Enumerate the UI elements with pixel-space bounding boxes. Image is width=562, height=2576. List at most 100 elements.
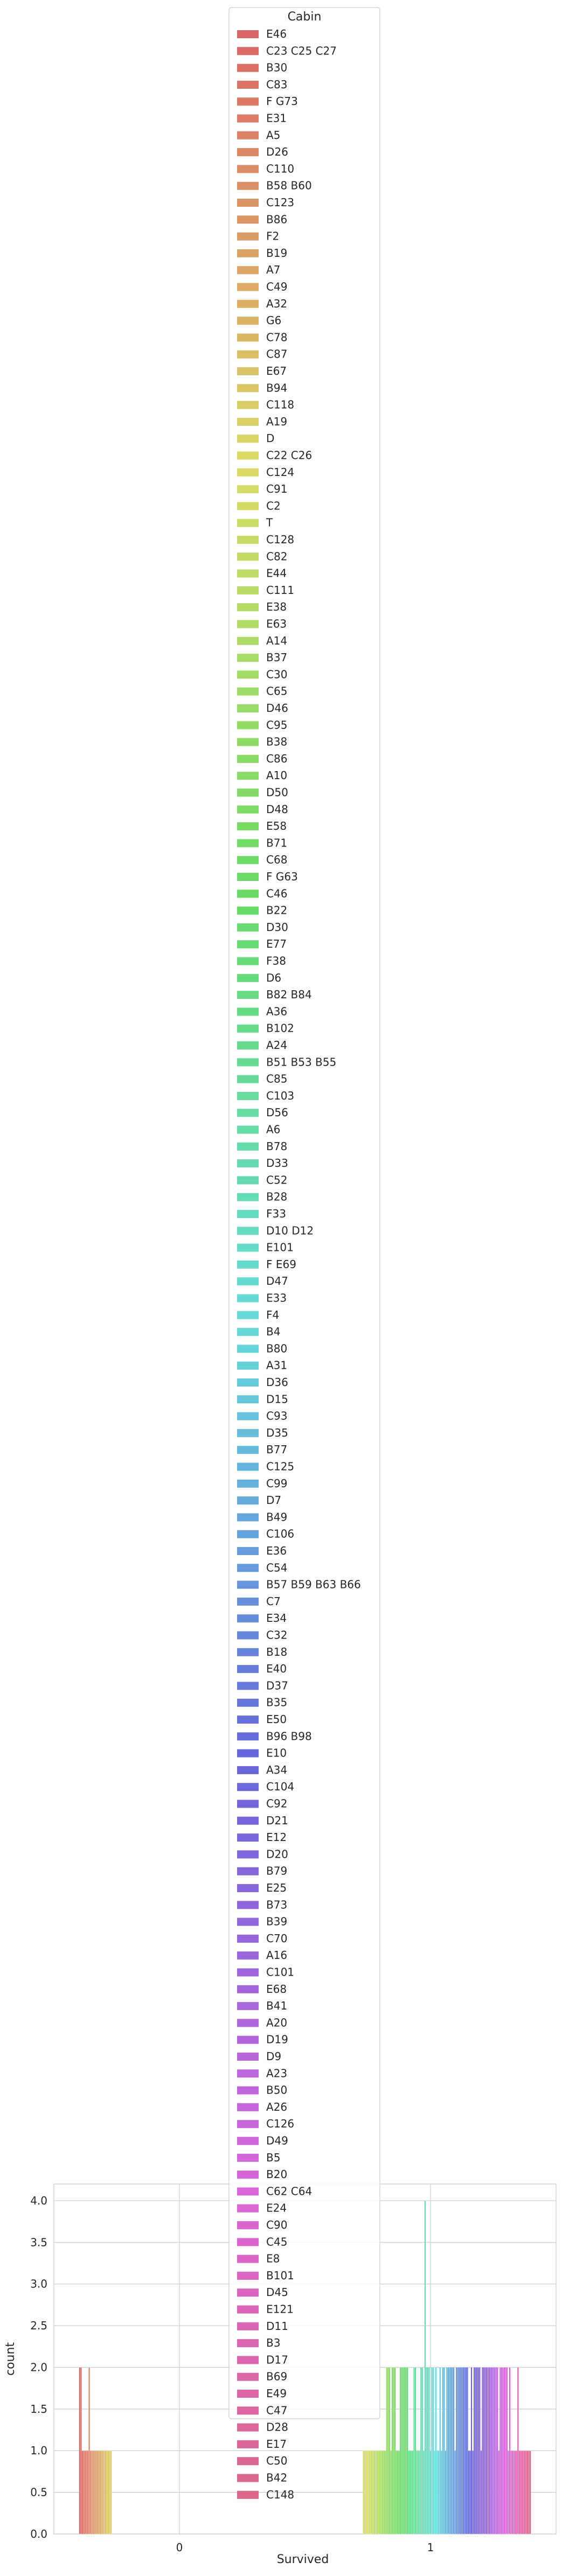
legend-entry-label: C90 bbox=[266, 2218, 287, 2231]
legend-entry-label: C104 bbox=[266, 1780, 294, 1793]
bar-e49-survived-1 bbox=[521, 2451, 523, 2535]
legend-swatch bbox=[237, 1985, 259, 1993]
legend-entry-label: E33 bbox=[266, 1292, 287, 1305]
legend-swatch bbox=[237, 1345, 259, 1353]
bar-c95-survived-1 bbox=[386, 2367, 388, 2535]
legend-swatch bbox=[237, 2204, 259, 2213]
bar-d46-survived-1 bbox=[384, 2451, 386, 2535]
bar-b30-survived-0 bbox=[81, 2451, 84, 2535]
legend-swatch bbox=[237, 1294, 259, 1303]
legend-swatch bbox=[237, 2221, 259, 2229]
legend-entry-label: E44 bbox=[266, 567, 287, 580]
legend-entry-label: D45 bbox=[266, 2286, 288, 2299]
legend-swatch bbox=[237, 2086, 259, 2095]
bar-a6-survived-1 bbox=[419, 2451, 421, 2535]
legend-entry-label: C85 bbox=[266, 1073, 287, 1086]
bar-c65-survived-1 bbox=[383, 2451, 385, 2535]
bar-e40-survived-1 bbox=[462, 2367, 464, 2535]
bar-d56-survived-1 bbox=[417, 2451, 419, 2535]
legend-swatch bbox=[237, 620, 259, 628]
legend-swatch bbox=[237, 2187, 259, 2196]
legend-swatch bbox=[237, 2390, 259, 2398]
legend-swatch bbox=[237, 1917, 259, 1926]
bar-e46-survived-0 bbox=[79, 2367, 81, 2535]
legend-entry-label: D7 bbox=[266, 1494, 281, 1507]
bar-c124-survived-1 bbox=[365, 2451, 367, 2535]
legend-swatch bbox=[237, 2339, 259, 2348]
bar-c90-survived-1 bbox=[508, 2451, 509, 2535]
legend-entry-label: E101 bbox=[266, 1241, 294, 1254]
legend-entry-label: D11 bbox=[266, 2320, 288, 2333]
bar-d26-survived-0 bbox=[88, 2367, 91, 2535]
legend-entry-label: E58 bbox=[266, 820, 287, 832]
legend-swatch bbox=[237, 435, 259, 443]
legend-entry-label: D33 bbox=[266, 1157, 288, 1170]
legend-swatch bbox=[237, 1243, 259, 1252]
legend-entry-label: C118 bbox=[266, 398, 294, 411]
legend-entry-label: E8 bbox=[266, 2252, 280, 2265]
x-axis-label: Survived bbox=[277, 2553, 329, 2566]
bar-f33-survived-1 bbox=[425, 2367, 427, 2535]
legend-swatch bbox=[237, 317, 259, 325]
legend-entry-label: D50 bbox=[266, 786, 288, 799]
legend-swatch bbox=[237, 1698, 259, 1707]
legend-entry-label: F38 bbox=[266, 955, 286, 968]
legend-entry-label: E17 bbox=[266, 2438, 287, 2451]
bar-c23-c25-c27-survived-0 bbox=[80, 2367, 82, 2535]
bar-b69-survived-1 bbox=[519, 2451, 522, 2535]
bar-c68-survived-1 bbox=[397, 2451, 399, 2535]
bar-b51-b53-b55-survived-1 bbox=[413, 2367, 415, 2535]
legend-entry-label: D30 bbox=[266, 921, 288, 934]
legend-swatch bbox=[237, 1378, 259, 1387]
legend-swatch bbox=[237, 1547, 259, 1555]
bar-b41-survived-1 bbox=[490, 2367, 492, 2535]
legend-entry-label: B5 bbox=[266, 2151, 280, 2164]
bar-c104-survived-1 bbox=[472, 2451, 474, 2535]
bar-d11-survived-1 bbox=[516, 2451, 518, 2535]
bar-d7-survived-1 bbox=[449, 2367, 450, 2535]
legend-entry-label: C95 bbox=[266, 718, 287, 731]
legend: Cabin E46 C23 C25 C27 B30 C83 F G73 E31 A5 D26 C… bbox=[228, 7, 380, 2501]
legend-swatch bbox=[237, 148, 259, 157]
bar-c86-survived-1 bbox=[388, 2367, 391, 2535]
legend-swatch bbox=[237, 1328, 259, 1336]
bar-b50-survived-1 bbox=[496, 2367, 498, 2535]
bar-a16-survived-1 bbox=[485, 2367, 488, 2535]
legend-swatch bbox=[237, 754, 259, 763]
bar-d9-survived-1 bbox=[494, 2367, 496, 2535]
legend-swatch bbox=[237, 232, 259, 241]
bar-e63-survived-1 bbox=[378, 2451, 380, 2535]
bar-c50-survived-1 bbox=[526, 2451, 529, 2535]
legend-swatch bbox=[237, 2271, 259, 2280]
bar-b77-survived-1 bbox=[445, 2451, 447, 2535]
bar-b5-survived-1 bbox=[502, 2367, 504, 2535]
legend-entry-label: C125 bbox=[266, 1460, 294, 1473]
bar-c87-survived-0 bbox=[105, 2451, 107, 2535]
bar-c2-survived-1 bbox=[368, 2451, 370, 2535]
legend-entry-label: A31 bbox=[266, 1359, 287, 1372]
legend-swatch bbox=[237, 299, 259, 308]
legend-swatch bbox=[237, 1395, 259, 1404]
legend-entry-label: C126 bbox=[266, 2117, 294, 2130]
legend-entry-label: C123 bbox=[266, 196, 294, 209]
bar-d35-survived-1 bbox=[443, 2367, 445, 2535]
legend-entry-label: B41 bbox=[266, 1999, 287, 2012]
legend-swatch bbox=[237, 215, 259, 224]
legend-entry-label: C23 C25 C27 bbox=[266, 44, 337, 57]
legend-swatch bbox=[237, 536, 259, 544]
bar-c85-survived-1 bbox=[414, 2367, 417, 2535]
legend-swatch bbox=[237, 114, 259, 123]
bar-d33-survived-1 bbox=[421, 2367, 424, 2535]
legend-swatch bbox=[237, 1884, 259, 1892]
legend-entry-label: C2 bbox=[266, 499, 281, 512]
bar-a10-survived-1 bbox=[390, 2451, 392, 2535]
legend-entry-label: B37 bbox=[266, 651, 287, 664]
legend-entry-label: E50 bbox=[266, 1713, 287, 1726]
bar-b3-survived-1 bbox=[517, 2367, 519, 2535]
legend-entry-label: A24 bbox=[266, 1039, 287, 1052]
bar-e10-survived-1 bbox=[469, 2451, 471, 2535]
legend-entry-label: A5 bbox=[266, 129, 280, 142]
bar-b96-b98-survived-1 bbox=[468, 2451, 470, 2535]
bar-d17-survived-1 bbox=[518, 2451, 521, 2535]
bar-b49-survived-1 bbox=[450, 2367, 452, 2535]
